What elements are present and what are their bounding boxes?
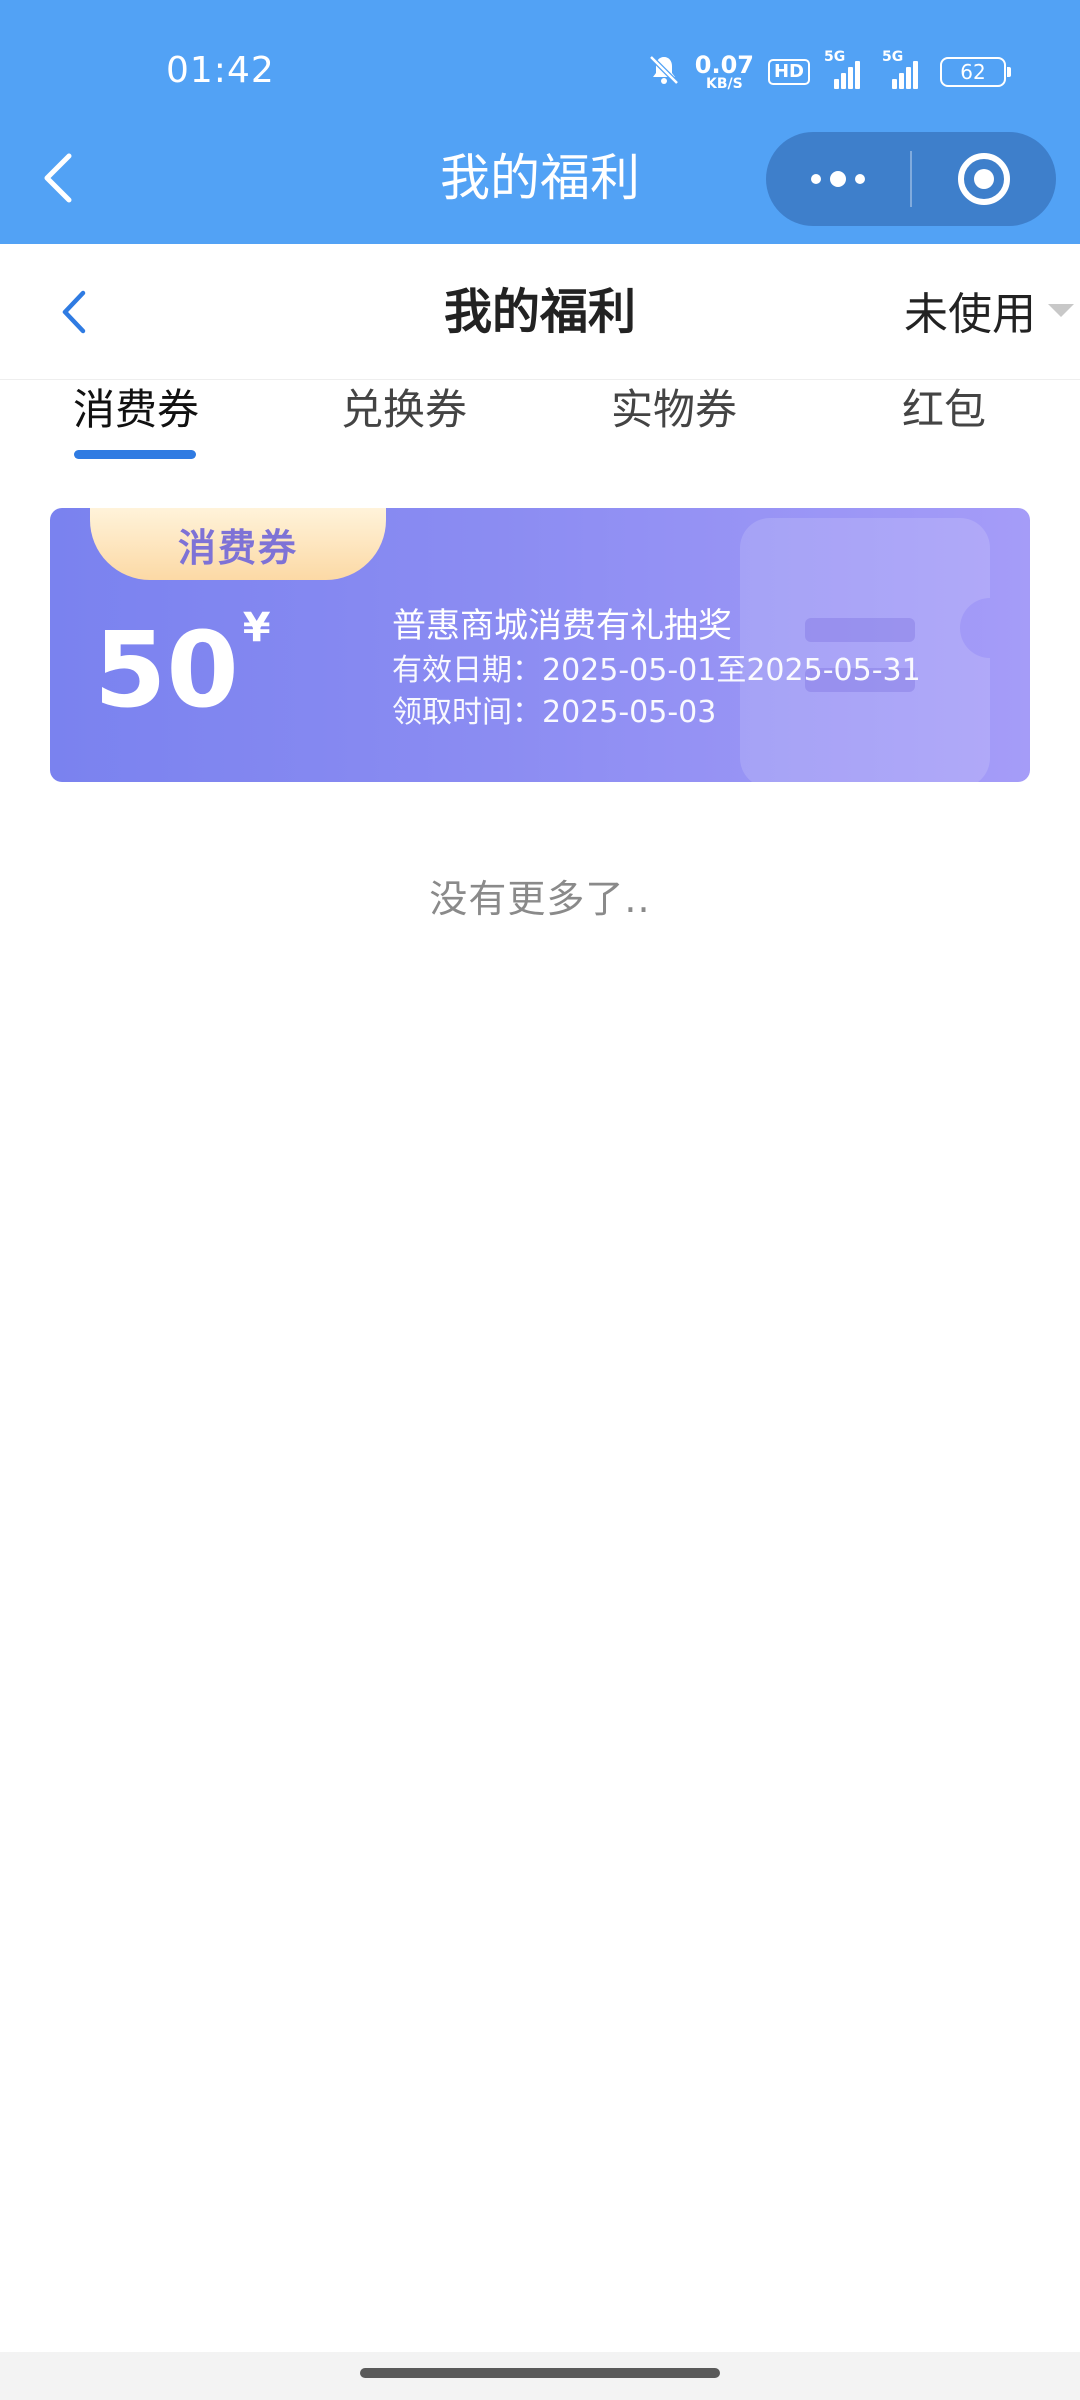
coupon-currency: ¥ xyxy=(242,605,271,651)
coupon-tabs: 消费券 兑换券 实物券 红包 xyxy=(0,380,1080,480)
status-icons: 0.07 KB/S HD 5G 5G 62 xyxy=(647,49,1011,94)
active-tab-indicator xyxy=(74,450,196,459)
battery-level: 62 xyxy=(960,60,986,84)
coupon-valid-label: 有效日期： xyxy=(392,653,542,688)
coupon-amount-value: 50 xyxy=(94,609,239,731)
caret-down-icon xyxy=(1048,303,1074,317)
signal-2-label: 5G xyxy=(882,49,904,65)
hd-badge: HD xyxy=(767,59,810,85)
target-circle-icon xyxy=(958,153,1010,205)
home-indicator[interactable] xyxy=(360,2368,720,2378)
more-menu-button[interactable] xyxy=(766,132,910,226)
page-header: 我的福利 未使用 xyxy=(0,244,1080,380)
signal-icon-2: 5G xyxy=(882,49,926,89)
status-filter-label: 未使用 xyxy=(904,289,1036,340)
coupon-received-label: 领取时间： xyxy=(392,695,542,730)
battery-icon: 62 xyxy=(940,57,1011,87)
tab-exchange-coupon[interactable]: 兑换券 xyxy=(334,380,474,480)
coupon-received-row: 领取时间：2025-05-03 xyxy=(392,692,921,734)
coupon-card[interactable]: 消费券 50 ¥ 普惠商城消费有礼抽奖 有效日期：2025-05-01至2025… xyxy=(50,508,1030,782)
net-speed: 0.07 KB/S xyxy=(695,53,754,91)
coupon-valid-row: 有效日期：2025-05-01至2025-05-31 xyxy=(392,650,921,692)
status-time: 01:42 xyxy=(166,50,275,91)
more-dots-icon xyxy=(811,171,865,187)
tab-physical-coupon[interactable]: 实物券 xyxy=(604,380,744,480)
screen: 01:42 0.07 KB/S HD 5G 5G 62 我的福利 我的福利 未使… xyxy=(0,0,1080,2400)
mute-bell-icon xyxy=(647,53,681,91)
coupon-name: 普惠商城消费有礼抽奖 xyxy=(392,606,732,646)
status-filter-dropdown[interactable]: 未使用 xyxy=(904,280,1074,340)
top-nav-area: 01:42 0.07 KB/S HD 5G 5G 62 我的福利 xyxy=(0,0,1080,244)
signal-1-label: 5G xyxy=(824,49,846,65)
coupon-type-ribbon: 消费券 xyxy=(90,508,386,580)
coupon-valid-range: 2025-05-01至2025-05-31 xyxy=(542,653,921,688)
signal-icon-1: 5G xyxy=(824,49,868,89)
tab-consumption-coupon[interactable]: 消费券 xyxy=(66,380,206,480)
tab-red-packet[interactable]: 红包 xyxy=(894,380,994,480)
coupon-received-date: 2025-05-03 xyxy=(542,695,717,730)
mini-program-capsule xyxy=(766,132,1056,226)
list-end-text: 没有更多了.. xyxy=(429,877,651,921)
coupon-type-label: 消费券 xyxy=(177,525,298,570)
close-mini-program-button[interactable] xyxy=(912,132,1056,226)
coupon-amount: 50 ¥ xyxy=(94,608,271,748)
net-speed-unit: KB/S xyxy=(706,76,743,92)
coupon-info: 普惠商城消费有礼抽奖 有效日期：2025-05-01至2025-05-31 领取… xyxy=(392,602,921,734)
net-speed-value: 0.07 xyxy=(694,51,754,79)
